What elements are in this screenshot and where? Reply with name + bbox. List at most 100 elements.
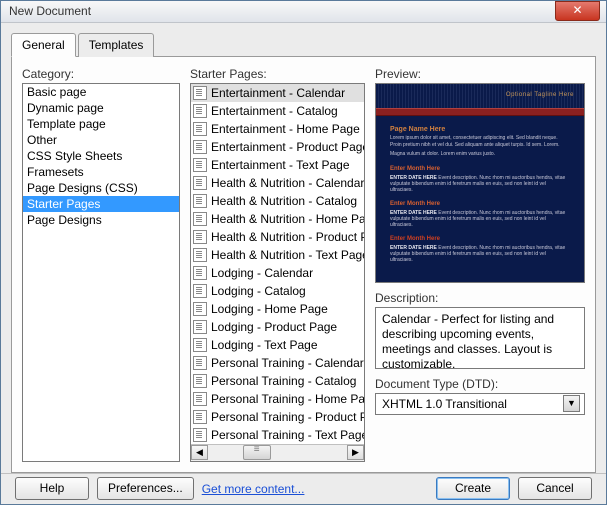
page-icon [193, 410, 207, 424]
category-listbox[interactable]: Basic pageDynamic pageTemplate pageOther… [22, 83, 180, 462]
starter-page-item[interactable]: Entertainment - Calendar [191, 84, 364, 102]
starter-page-item[interactable]: Lodging - Home Page [191, 300, 364, 318]
scroll-left-icon[interactable]: ◀ [191, 445, 208, 460]
page-icon [193, 428, 207, 442]
starter-page-item[interactable]: Entertainment - Text Page [191, 156, 364, 174]
page-icon [193, 284, 207, 298]
preview-page-name: Page Name Here [390, 126, 570, 133]
label-dtd: Document Type (DTD): [375, 377, 585, 391]
page-icon [193, 86, 207, 100]
category-item[interactable]: Other [23, 132, 179, 148]
starter-page-item[interactable]: Personal Training - Text Page [191, 426, 364, 444]
page-icon [193, 338, 207, 352]
dialog-footer: Help Preferences... Get more content... … [1, 473, 606, 504]
starter-page-label: Lodging - Calendar [211, 266, 313, 280]
starter-page-item[interactable]: Lodging - Text Page [191, 336, 364, 354]
starter-page-item[interactable]: Health & Nutrition - Calendar [191, 174, 364, 192]
page-icon [193, 212, 207, 226]
starter-page-label: Lodging - Product Page [211, 320, 337, 334]
scroll-right-icon[interactable]: ▶ [347, 445, 364, 460]
starter-page-label: Personal Training - Home Page [211, 392, 364, 406]
starter-page-item[interactable]: Entertainment - Catalog [191, 102, 364, 120]
label-category: Category: [22, 67, 180, 81]
starter-page-label: Entertainment - Text Page [211, 158, 350, 172]
preferences-button[interactable]: Preferences... [97, 477, 194, 500]
label-description: Description: [375, 291, 585, 305]
starter-page-item[interactable]: Health & Nutrition - Text Page [191, 246, 364, 264]
preview-month: Enter Month Here [390, 166, 570, 172]
page-icon [193, 230, 207, 244]
starter-page-item[interactable]: Entertainment - Product Page [191, 138, 364, 156]
page-icon [193, 194, 207, 208]
starter-page-label: Health & Nutrition - Calendar [211, 176, 364, 190]
tab-general[interactable]: General [11, 33, 76, 57]
category-item[interactable]: CSS Style Sheets [23, 148, 179, 164]
help-button[interactable]: Help [15, 477, 89, 500]
new-document-dialog: New Document ✕ General Templates Categor… [0, 0, 607, 505]
starter-page-item[interactable]: Personal Training - Product Page [191, 408, 364, 426]
starter-page-label: Entertainment - Calendar [211, 86, 345, 100]
preview-thumbnail: Optional Tagline Here Page Name Here Lor… [375, 83, 585, 283]
preview-text: Lorem ipsum dolor sit amet, consectetuer… [390, 135, 570, 149]
starter-page-item[interactable]: Lodging - Calendar [191, 264, 364, 282]
starter-page-label: Health & Nutrition - Home Page [211, 212, 364, 226]
preview-text: Magna vulum at dolor. Lorem enim varius … [390, 151, 570, 158]
starter-page-label: Health & Nutrition - Product Page [211, 230, 364, 244]
starter-page-item[interactable]: Entertainment - Home Page [191, 120, 364, 138]
category-item[interactable]: Basic page [23, 84, 179, 100]
preview-tagline: Optional Tagline Here [506, 92, 574, 98]
dtd-select[interactable]: XHTML 1.0 Transitional ▼ [375, 393, 585, 415]
page-icon [193, 374, 207, 388]
get-more-content-link[interactable]: Get more content... [202, 482, 305, 496]
page-icon [193, 104, 207, 118]
starter-page-label: Entertainment - Home Page [211, 122, 360, 136]
category-item[interactable]: Page Designs [23, 212, 179, 228]
titlebar: New Document ✕ [1, 1, 606, 23]
starter-page-item[interactable]: Personal Training - Calendar [191, 354, 364, 372]
window-title: New Document [9, 4, 555, 18]
page-icon [193, 266, 207, 280]
starter-page-label: Health & Nutrition - Text Page [211, 248, 364, 262]
horizontal-scrollbar[interactable]: ◀ ▶ [191, 444, 364, 461]
starter-page-item[interactable]: Health & Nutrition - Product Page [191, 228, 364, 246]
category-item[interactable]: Starter Pages [23, 196, 179, 212]
category-item[interactable]: Page Designs (CSS) [23, 180, 179, 196]
close-icon[interactable]: ✕ [555, 1, 600, 21]
page-icon [193, 176, 207, 190]
starter-page-item[interactable]: Health & Nutrition - Catalog [191, 192, 364, 210]
preview-month: Enter Month Here [390, 236, 570, 242]
page-icon [193, 392, 207, 406]
starter-page-label: Personal Training - Text Page [211, 428, 364, 442]
page-icon [193, 158, 207, 172]
category-item[interactable]: Template page [23, 116, 179, 132]
starter-page-label: Personal Training - Catalog [211, 374, 356, 388]
starter-page-label: Health & Nutrition - Catalog [211, 194, 357, 208]
starter-page-label: Lodging - Catalog [211, 284, 306, 298]
category-item[interactable]: Dynamic page [23, 100, 179, 116]
tab-templates[interactable]: Templates [78, 33, 155, 57]
category-item[interactable]: Framesets [23, 164, 179, 180]
page-icon [193, 356, 207, 370]
starter-page-item[interactable]: Health & Nutrition - Home Page [191, 210, 364, 228]
starter-page-item[interactable]: Personal Training - Home Page [191, 390, 364, 408]
starter-pages-listbox[interactable]: Entertainment - Calendar Entertainment - … [190, 83, 365, 462]
scroll-thumb[interactable] [243, 445, 271, 460]
description-box: Calendar - Perfect for listing and descr… [375, 307, 585, 369]
starter-page-item[interactable]: Lodging - Catalog [191, 282, 364, 300]
starter-page-label: Entertainment - Catalog [211, 104, 338, 118]
page-icon [193, 122, 207, 136]
starter-page-item[interactable]: Lodging - Product Page [191, 318, 364, 336]
cancel-button[interactable]: Cancel [518, 477, 592, 500]
chevron-down-icon[interactable]: ▼ [563, 395, 580, 412]
label-starter-pages: Starter Pages: [190, 67, 365, 81]
label-preview: Preview: [375, 67, 585, 81]
starter-page-label: Lodging - Text Page [211, 338, 318, 352]
starter-page-item[interactable]: Personal Training - Catalog [191, 372, 364, 390]
starter-page-label: Entertainment - Product Page [211, 140, 364, 154]
create-button[interactable]: Create [436, 477, 510, 500]
tab-panel-general: Category: Basic pageDynamic pageTemplate… [11, 56, 596, 473]
preview-month: Enter Month Here [390, 201, 570, 207]
page-icon [193, 320, 207, 334]
dtd-selected-value: XHTML 1.0 Transitional [382, 397, 563, 411]
page-icon [193, 140, 207, 154]
